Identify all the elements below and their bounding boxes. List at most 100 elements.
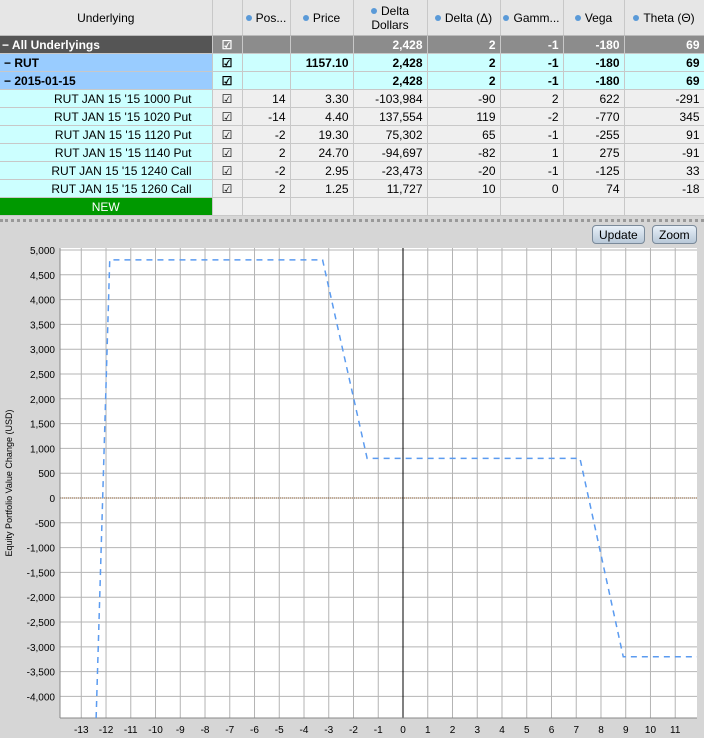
cell-name[interactable]: RUT JAN 15 '15 1240 Call xyxy=(0,161,213,180)
column-label: Theta (Θ) xyxy=(643,10,695,25)
cell-price: 2.95 xyxy=(290,161,354,180)
sort-dot-icon xyxy=(503,15,510,22)
cell-price xyxy=(290,35,354,54)
sort-dot-icon xyxy=(574,15,581,22)
table-row[interactable]: − All Underlyings ☑ 2,428 2 -1 -180 69 xyxy=(0,35,704,54)
empty-cell xyxy=(563,197,625,216)
y-tick-label: 4,500 xyxy=(30,271,55,282)
cell-gamma: -2 xyxy=(500,107,564,126)
cell-gamma: 2 xyxy=(500,89,564,108)
row-checkbox[interactable]: ☑ xyxy=(212,143,243,162)
row-checkbox[interactable]: ☑ xyxy=(212,89,243,108)
cell-vega: 275 xyxy=(563,143,625,162)
table-row[interactable]: − 2015-01-15 ☑ 2,428 2 -1 -180 69 xyxy=(0,71,704,90)
column-header[interactable]: Price xyxy=(290,0,354,36)
cell-name[interactable]: RUT JAN 15 '15 1260 Call xyxy=(0,179,213,198)
new-row[interactable]: NEW xyxy=(0,197,704,216)
column-header[interactable] xyxy=(212,0,243,36)
cell-pos xyxy=(242,71,291,90)
row-checkbox[interactable]: ☑ xyxy=(212,107,243,126)
cell-name[interactable]: RUT JAN 15 '15 1020 Put xyxy=(0,107,213,126)
x-tick-label: -7 xyxy=(225,725,234,736)
column-header[interactable]: Delta Dollars xyxy=(353,0,428,36)
cell-theta: -91 xyxy=(624,143,704,162)
x-tick-label: -10 xyxy=(148,725,163,736)
cell-price: 1157.10 xyxy=(290,53,354,72)
cell-theta: 69 xyxy=(624,35,704,54)
y-tick-label: 3,000 xyxy=(30,345,55,356)
x-tick-label: -11 xyxy=(124,725,138,736)
cell-dd: 2,428 xyxy=(353,35,428,54)
y-tick-label: 1,500 xyxy=(30,420,55,431)
cell-name[interactable]: − 2015-01-15 xyxy=(0,71,213,90)
table-row[interactable]: RUT JAN 15 '15 1260 Call ☑ 2 1.25 11,727 10 0 7… xyxy=(0,179,704,198)
table-row[interactable]: RUT JAN 15 '15 1140 Put ☑ 2 24.70 -94,697 -82… xyxy=(0,143,704,162)
cell-name[interactable]: − All Underlyings xyxy=(0,35,213,54)
table-row[interactable]: − RUT ☑ 1157.10 2,428 2 -1 -180 69 xyxy=(0,53,704,72)
row-checkbox[interactable]: ☑ xyxy=(212,53,243,72)
y-tick-label: -3,500 xyxy=(27,668,56,679)
empty-cell xyxy=(353,197,428,216)
y-tick-label: -4,000 xyxy=(27,692,56,703)
table-row[interactable]: RUT JAN 15 '15 1120 Put ☑ -2 19.30 75,302 65-… xyxy=(0,125,704,144)
sort-dot-icon xyxy=(370,8,377,15)
column-header[interactable]: Delta (Δ) xyxy=(427,0,501,36)
x-tick-label: -5 xyxy=(275,725,284,736)
cell-name[interactable]: − RUT xyxy=(0,53,213,72)
cell-theta: 33 xyxy=(624,161,704,180)
x-tick-label: -13 xyxy=(74,725,89,736)
column-header[interactable]: Vega xyxy=(563,0,625,36)
x-tick-label: 8 xyxy=(598,725,604,736)
cell-gamma: -1 xyxy=(500,161,564,180)
cell-pos: -2 xyxy=(242,161,291,180)
cell-dd: 11,727 xyxy=(353,179,428,198)
cell-price: 3.30 xyxy=(290,89,354,108)
empty-cell xyxy=(212,197,243,216)
x-tick-label: 7 xyxy=(573,725,579,736)
cell-theta: -18 xyxy=(624,179,704,198)
table-row[interactable]: RUT JAN 15 '15 1240 Call ☑ -2 2.95 -23,473 -2… xyxy=(0,161,704,180)
y-tick-label: -2,500 xyxy=(27,618,56,629)
row-checkbox[interactable]: ☑ xyxy=(212,179,243,198)
table-row[interactable]: RUT JAN 15 '15 1000 Put ☑ 14 3.30 -103,984 -9… xyxy=(0,89,704,108)
cell-price: 19.30 xyxy=(290,125,354,144)
y-tick-label: 4,000 xyxy=(30,296,55,307)
table-row[interactable]: RUT JAN 15 '15 1020 Put ☑ -14 4.40 137,554 11… xyxy=(0,107,704,126)
cell-name[interactable]: RUT JAN 15 '15 1000 Put xyxy=(0,89,213,108)
column-label: Vega xyxy=(584,10,613,25)
cell-dd: 137,554 xyxy=(353,107,428,126)
cell-name[interactable]: RUT JAN 15 '15 1120 Put xyxy=(0,125,213,144)
cell-theta: -291 xyxy=(624,89,704,108)
row-checkbox[interactable]: ☑ xyxy=(212,71,243,90)
cell-price: 4.40 xyxy=(290,107,354,126)
cell-delta: -90 xyxy=(427,89,501,108)
cell-pos: -14 xyxy=(242,107,291,126)
empty-cell xyxy=(290,197,354,216)
row-checkbox[interactable]: ☑ xyxy=(212,125,243,144)
new-button[interactable]: NEW xyxy=(0,197,213,216)
cell-name[interactable]: RUT JAN 15 '15 1140 Put xyxy=(0,143,213,162)
column-header[interactable]: Underlying xyxy=(0,0,213,36)
x-tick-label: -1 xyxy=(374,725,383,736)
cell-delta: -20 xyxy=(427,161,501,180)
column-header[interactable]: Gamm... xyxy=(500,0,564,36)
cell-delta: 65 xyxy=(427,125,501,144)
y-tick-label: -3,000 xyxy=(27,643,56,654)
x-tick-label: 2 xyxy=(450,725,456,736)
y-tick-label: 500 xyxy=(38,469,55,480)
cell-dd: -103,984 xyxy=(353,89,428,108)
column-header[interactable]: Theta (Θ) xyxy=(624,0,704,36)
cell-pos xyxy=(242,53,291,72)
y-tick-label: 2,000 xyxy=(30,395,55,406)
cell-price: 24.70 xyxy=(290,143,354,162)
row-checkbox[interactable]: ☑ xyxy=(212,161,243,180)
cell-theta: 345 xyxy=(624,107,704,126)
x-tick-label: -9 xyxy=(176,725,185,736)
row-checkbox[interactable]: ☑ xyxy=(212,35,243,54)
column-header[interactable]: Pos... xyxy=(242,0,291,36)
cell-gamma: 0 xyxy=(500,179,564,198)
y-tick-label: 2,500 xyxy=(30,370,55,381)
splitter[interactable] xyxy=(0,219,704,222)
cell-pos xyxy=(242,35,291,54)
y-tick-label: -1,000 xyxy=(27,544,56,555)
